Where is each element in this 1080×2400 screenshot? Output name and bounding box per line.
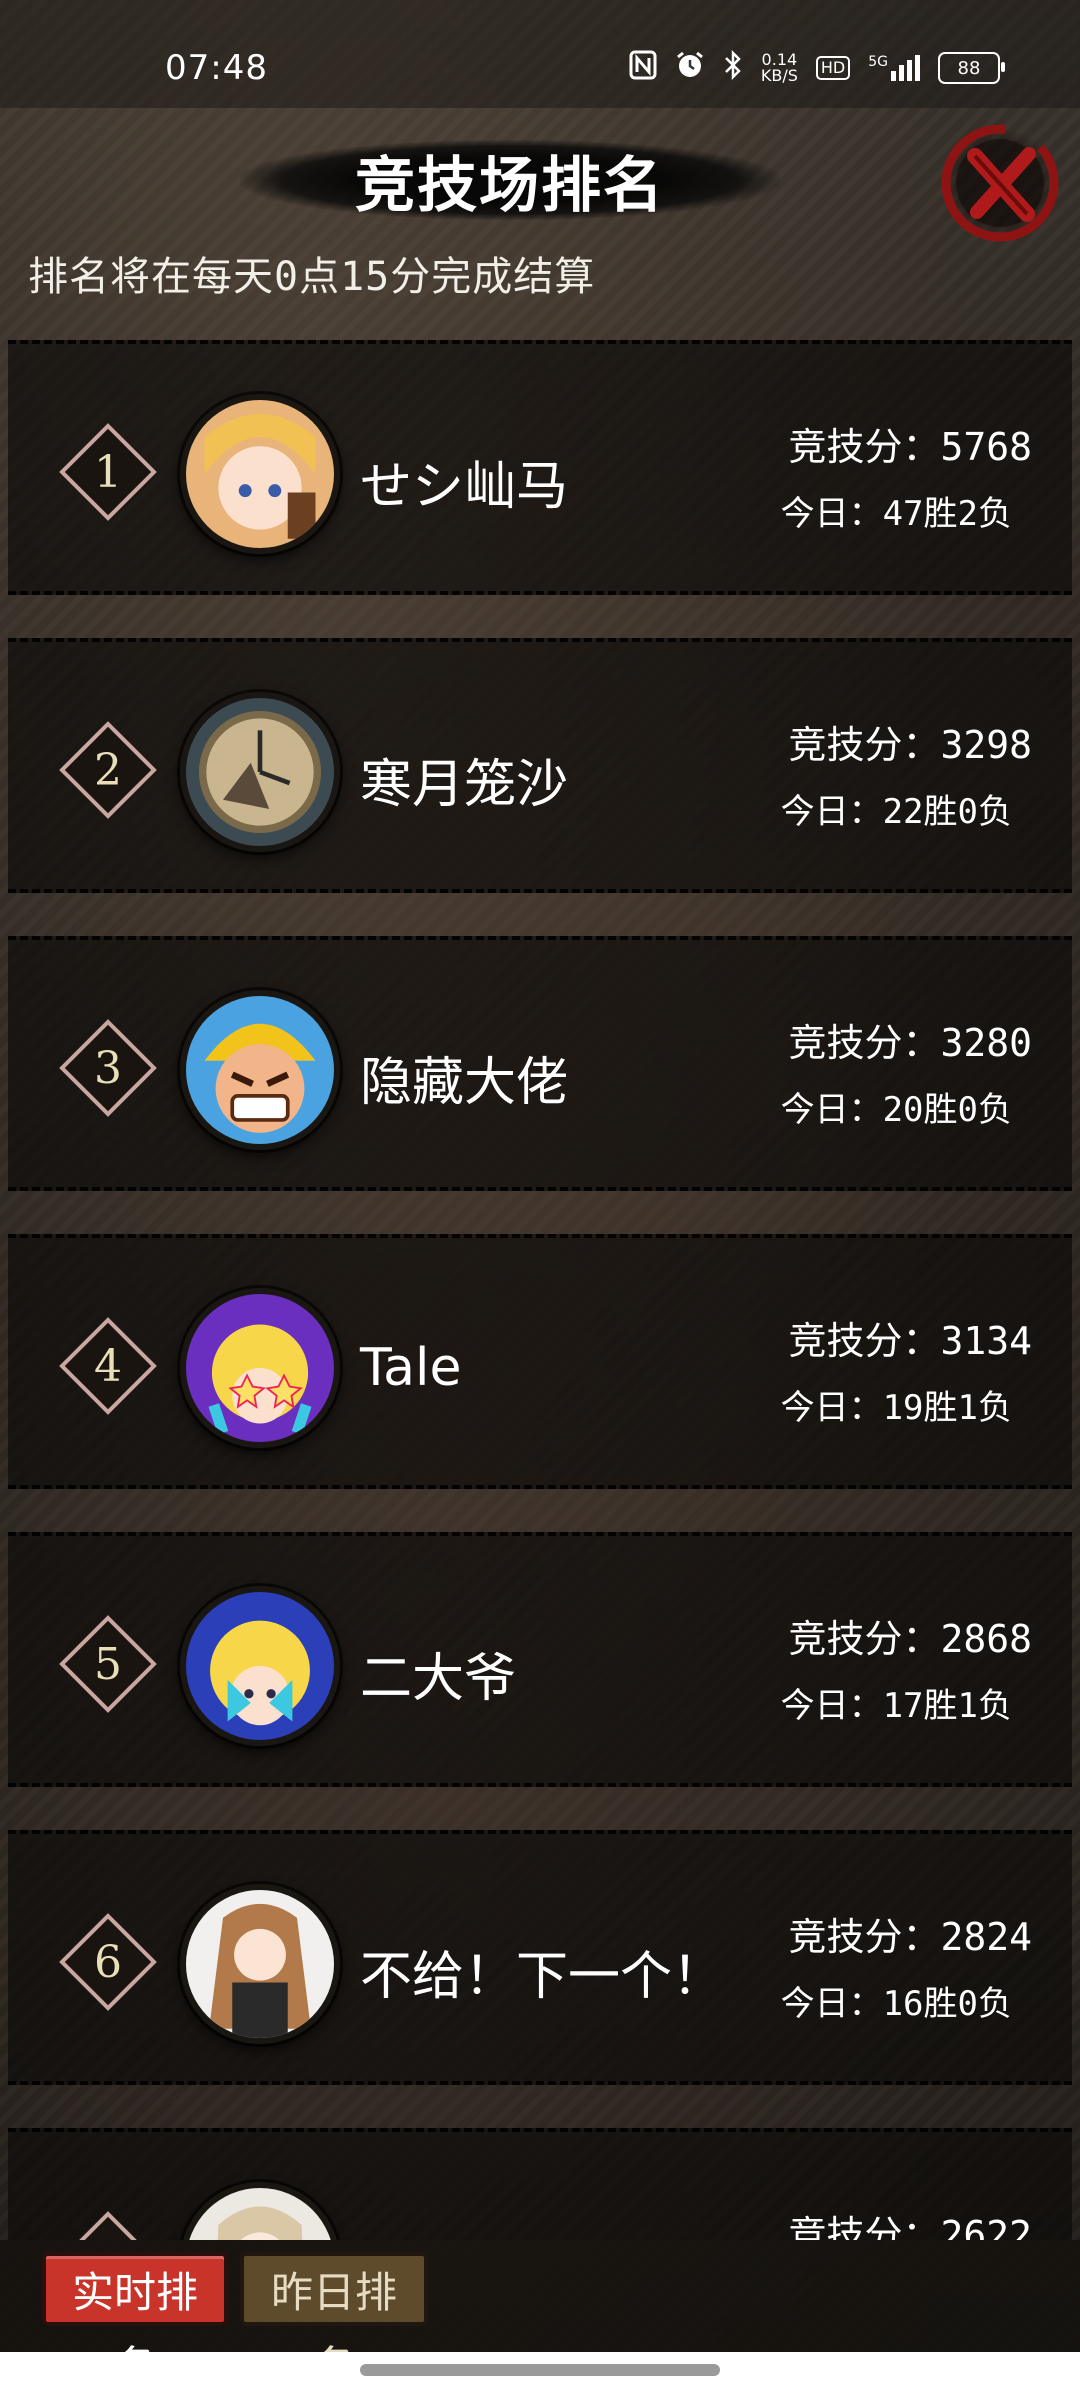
signal-icon: 5G bbox=[868, 55, 920, 81]
arena-score: 竞技分：3280 bbox=[788, 1021, 1032, 1065]
rank-number: 6 bbox=[94, 1936, 122, 1988]
ranking-row[interactable]: 3 隐藏大佬 竞技分：3280 今日：20胜0负 bbox=[8, 936, 1072, 1191]
speed-unit: KB/S bbox=[760, 66, 798, 85]
tab-realtime-ranking[interactable]: 实时排名 bbox=[42, 2252, 228, 2391]
player-name: 不给！下一个！ bbox=[360, 1947, 725, 2007]
today-record: 今日：19胜1负 bbox=[780, 1388, 1012, 1428]
avatar[interactable] bbox=[180, 692, 340, 852]
status-bar: 07:48 0.14 KB/S HD 5G 88 bbox=[0, 0, 1080, 108]
rank-number: 3 bbox=[94, 1042, 122, 1094]
arena-score: 竞技分：2868 bbox=[788, 1617, 1032, 1661]
player-name: 隐藏大佬 bbox=[360, 1053, 569, 1113]
player-name: 寒月笼沙 bbox=[360, 755, 569, 815]
today-record: 今日：16胜0负 bbox=[780, 1984, 1012, 2024]
close-button[interactable] bbox=[935, 118, 1065, 248]
ranking-row[interactable]: 6 不给！下一个！ 竞技分：2824 今日：16胜0负 bbox=[8, 1830, 1072, 2085]
arena-score: 竞技分：3298 bbox=[788, 723, 1032, 767]
arena-score: 竞技分：5768 bbox=[788, 425, 1032, 469]
avatar[interactable] bbox=[180, 1586, 340, 1746]
avatar[interactable] bbox=[180, 990, 340, 1150]
rank-badge: 6 bbox=[58, 1912, 158, 2012]
alarm-icon bbox=[675, 50, 705, 86]
bluetooth-icon bbox=[723, 49, 743, 86]
rank-badge: 1 bbox=[58, 422, 158, 522]
rank-badge: 3 bbox=[58, 1018, 158, 1118]
status-time: 07:48 bbox=[165, 48, 268, 88]
avatar[interactable] bbox=[180, 394, 340, 554]
today-record: 今日：47胜2负 bbox=[780, 494, 1012, 534]
ranking-row[interactable]: 5 二大爷 竞技分：2868 今日：17胜1负 bbox=[8, 1532, 1072, 1787]
rank-number: 2 bbox=[94, 744, 122, 796]
ranking-row[interactable]: 1 せシ屾马 竞技分：5768 今日：47胜2负 bbox=[8, 340, 1072, 595]
battery-indicator: 88 bbox=[938, 52, 1005, 84]
ranking-tab-bar: 实时排名 昨日排名 bbox=[0, 2240, 1080, 2391]
battery-level: 88 bbox=[957, 57, 981, 79]
ranking-row[interactable]: 4 Tale 竞技分：3134 今日：19胜1负 bbox=[8, 1234, 1072, 1489]
arena-ranking-screen: 07:48 0.14 KB/S HD 5G 88 竞技场排名 排名将在每天0点1… bbox=[0, 0, 1080, 2400]
avatar[interactable] bbox=[180, 1288, 340, 1448]
ranking-row[interactable]: 7 竞技分：2622 bbox=[8, 2128, 1072, 2240]
title-banner: 竞技场排名 bbox=[240, 140, 780, 221]
ranking-list[interactable]: 1 せシ屾马 竞技分：5768 今日：47胜2负 2 寒月笼沙 竞技分：3298… bbox=[0, 340, 1080, 2240]
arena-score: 竞技分：2622 bbox=[788, 2213, 1032, 2240]
player-name: 二大爷 bbox=[360, 1649, 517, 1709]
rank-badge: 5 bbox=[58, 1614, 158, 1714]
page-title: 竞技场排名 bbox=[355, 150, 665, 221]
today-record: 今日：22胜0负 bbox=[780, 792, 1012, 832]
tab-yesterday-ranking[interactable]: 昨日排名 bbox=[240, 2252, 428, 2391]
settlement-notice: 排名将在每天0点15分完成结算 bbox=[28, 254, 596, 300]
today-record: 今日：17胜1负 bbox=[780, 1686, 1012, 1726]
rank-badge: 7 bbox=[58, 2210, 158, 2240]
network-type: 5G bbox=[868, 54, 888, 70]
rank-number: 5 bbox=[94, 1638, 122, 1690]
player-name: せシ屾马 bbox=[360, 457, 569, 517]
rank-badge: 2 bbox=[58, 720, 158, 820]
ranking-row[interactable]: 2 寒月笼沙 竞技分：3298 今日：22胜0负 bbox=[8, 638, 1072, 893]
system-nav-area bbox=[0, 2352, 1080, 2400]
close-icon bbox=[941, 124, 1059, 242]
avatar[interactable] bbox=[180, 2182, 340, 2240]
player-name: Tale bbox=[360, 1338, 462, 1398]
avatar[interactable] bbox=[180, 1884, 340, 2044]
status-icons: 0.14 KB/S HD 5G 88 bbox=[629, 49, 1005, 86]
hd-badge: HD bbox=[815, 56, 851, 80]
arena-score: 竞技分：3134 bbox=[788, 1319, 1032, 1363]
nfc-icon bbox=[629, 50, 657, 86]
rank-number: 7 bbox=[58, 2210, 158, 2241]
rank-number: 4 bbox=[94, 1340, 122, 1392]
arena-score: 竞技分：2824 bbox=[788, 1915, 1032, 1959]
network-speed: 0.14 KB/S bbox=[761, 52, 798, 84]
rank-badge: 4 bbox=[58, 1316, 158, 1416]
home-indicator[interactable] bbox=[360, 2364, 720, 2376]
today-record: 今日：20胜0负 bbox=[780, 1090, 1012, 1130]
rank-number: 1 bbox=[94, 446, 122, 498]
